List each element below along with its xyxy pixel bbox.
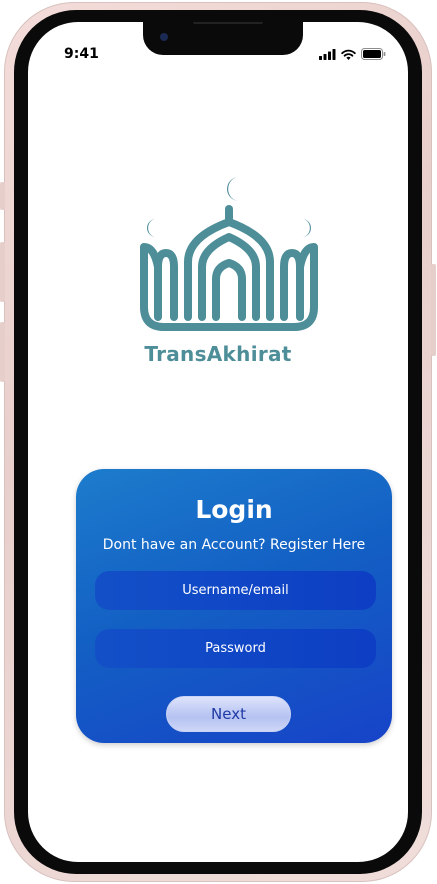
next-button[interactable]: Next	[166, 696, 291, 732]
register-link[interactable]: Dont have an Account? Register Here	[76, 537, 392, 553]
mute-switch	[0, 182, 5, 210]
volume-up-button	[0, 242, 5, 302]
speaker-grille	[193, 22, 263, 24]
phone-bezel: 9:41 TransAkhirat Login Dont have an Acc…	[14, 10, 422, 874]
wifi-icon	[341, 49, 356, 60]
phone-frame: 9:41 TransAkhirat Login Dont have an Acc…	[0, 2, 436, 882]
status-time: 9:41	[64, 46, 99, 62]
brand-name: TransAkhirat	[144, 342, 292, 366]
power-button	[431, 264, 436, 356]
login-title: Login	[195, 495, 273, 524]
status-icons	[319, 48, 386, 60]
volume-down-button	[0, 322, 5, 382]
password-input[interactable]	[95, 629, 376, 668]
login-card: Login Dont have an Account? Register Her…	[76, 469, 392, 743]
front-camera-icon	[160, 33, 168, 41]
screen: 9:41 TransAkhirat Login Dont have an Acc…	[28, 22, 408, 862]
signal-icon	[319, 48, 336, 60]
username-input[interactable]	[95, 571, 376, 610]
battery-icon	[361, 48, 386, 60]
notch	[143, 22, 303, 55]
mosque-icon	[140, 177, 318, 331]
